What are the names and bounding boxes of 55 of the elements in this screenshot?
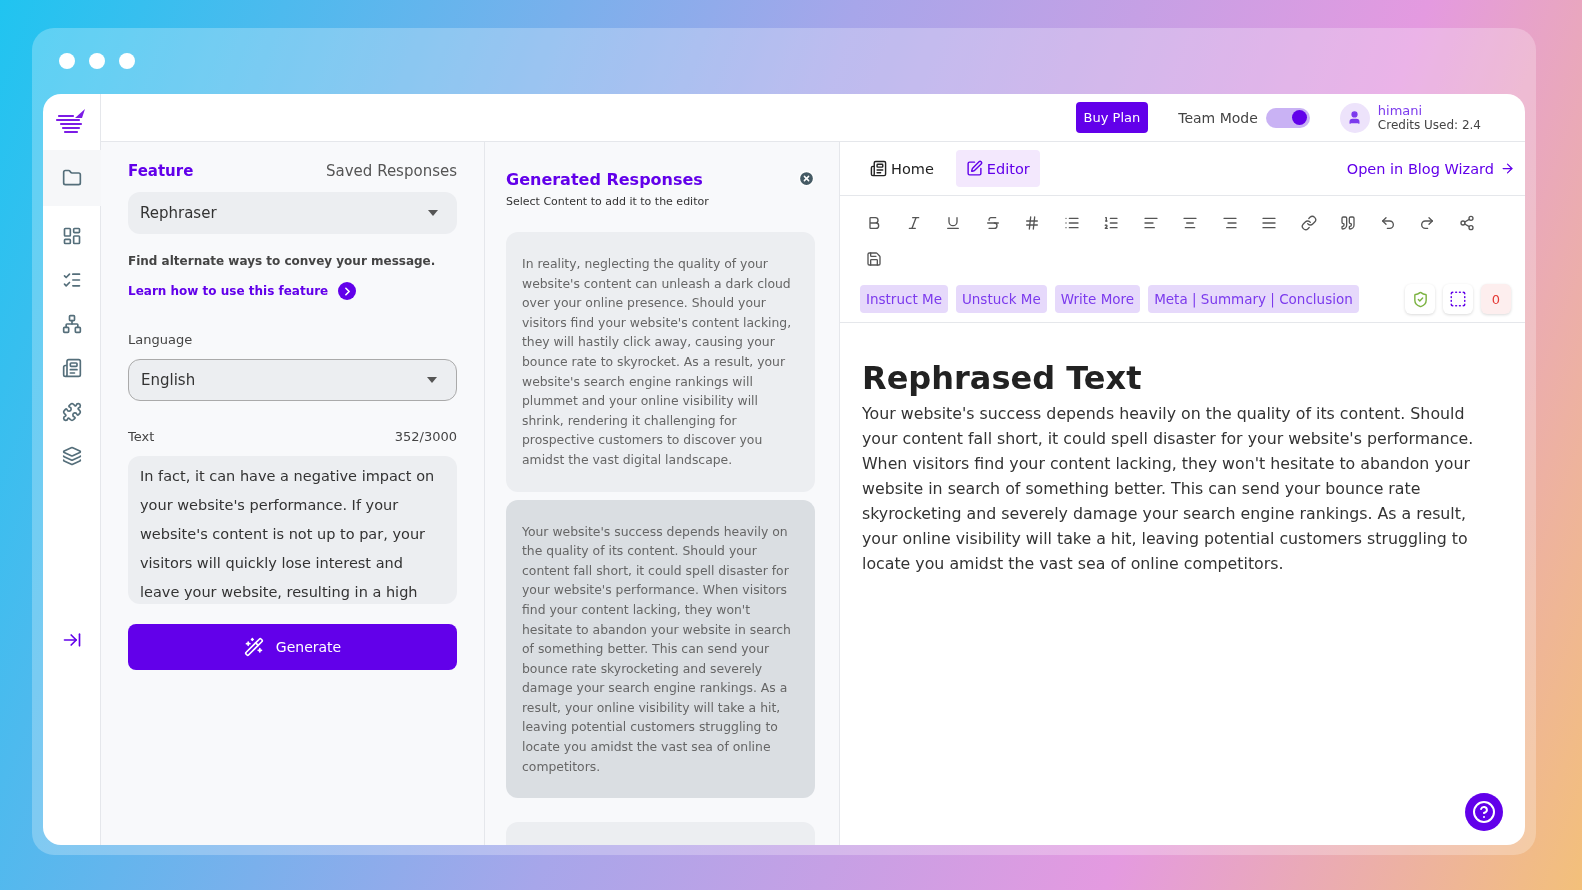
caret-icon — [427, 209, 439, 217]
shield-check-icon[interactable] — [1405, 284, 1435, 314]
newspaper-icon — [870, 160, 887, 177]
responses-title: Generated Responses — [506, 170, 704, 189]
magic-wand-icon — [243, 637, 264, 657]
document-paragraph: Your website's success depends heavily on the quality of its content. Should your content fall short, it could spell disaster for your website's performance. When visitors find your content lacking, they won't hesitate to abandon your website in search of something better. This can send your bounce rate skyrocketing and severely damage your search engine rankings. As a result, your online visibility will take a hit, leaving potential customers struggling to locate you amidst the vast sea of online competitors. — [862, 403, 1475, 575]
feature-select[interactable]: Rephraser — [128, 192, 457, 234]
response-card[interactable]: Your website's success depends heavily on the quality of its content. Should your content fall short, it could spell disaster for your website's performance. When visitors find your content lacking, they won't hesitate to abandon your website in search of something better. This can send your bounce rate skyrocketing and severely damage your search engine rankings. As a result, your online visibility will take a hit, leaving potential customers struggling to locate you amidst the vast sea of online competitors. — [506, 499, 815, 799]
window-control-dot[interactable] — [119, 53, 135, 69]
responses-subtitle: Select Content to add it to the editor — [506, 195, 709, 208]
generate-button[interactable]: Generate — [128, 624, 457, 670]
prompt-chip[interactable]: Meta | Summary | Conclusion — [1148, 285, 1359, 313]
window-control-dot[interactable] — [89, 53, 105, 69]
caret-icon — [426, 376, 438, 384]
text-frame-icon[interactable] — [1443, 284, 1473, 314]
user-avatar[interactable] — [1339, 102, 1370, 133]
open-blog-wizard-link[interactable]: Open in Blog Wizard — [1346, 160, 1515, 177]
help-button[interactable] — [1465, 793, 1503, 831]
window-control-dot[interactable] — [59, 53, 75, 69]
collapse-icon[interactable] — [61, 630, 82, 650]
panel-tab[interactable]: Feature — [128, 162, 194, 180]
credits-used: Credits Used: 2.4 — [1377, 117, 1481, 133]
sidebar-item[interactable] — [43, 150, 101, 206]
team-mode-label: Team Mode — [1178, 109, 1258, 126]
arrow-right-icon[interactable] — [1500, 161, 1515, 176]
editor-tab[interactable]: Home — [860, 150, 944, 187]
prompt-chip[interactable]: Write More — [1054, 285, 1141, 313]
text-input-field[interactable]: In fact, it can have a negative impact on your website's performance. If your website's content is not up to par, your visitors will quickly lose interest and leave your website, resulting in a high — [128, 456, 457, 604]
text-label: Text — [128, 429, 155, 444]
checklist-icon — [61, 270, 82, 290]
response-card[interactable]: In reality, neglecting the quality of your website's content can unleash a dark cloud over your online presence. Should your visitors find your website's content lacking, they will hastily click away, causing your bounce rate to skyrocket. As a result, your website's search engine rankings will plummet and your online visibility will shrink, rendering it challenging for prospective customers to discover you amidst the vast digital landscape. — [506, 232, 815, 492]
editor-tab[interactable]: Editor — [955, 150, 1040, 187]
document-heading: Rephrased Text — [862, 359, 1143, 397]
sitemap-icon — [61, 314, 82, 334]
panel-tab[interactable]: Saved Responses — [326, 162, 457, 180]
issue-counter[interactable]: 0 — [1481, 284, 1511, 314]
prompt-chip[interactable]: Unstuck Me — [955, 285, 1047, 313]
character-count: 352/3000 — [394, 429, 457, 444]
learn-link[interactable]: Learn how to use this feature — [128, 284, 329, 298]
user-name: himani — [1377, 102, 1424, 118]
article-icon — [61, 358, 82, 378]
play-icon[interactable] — [338, 282, 357, 300]
help-icon[interactable] — [1472, 800, 1496, 824]
layers-icon — [61, 446, 82, 466]
language-select[interactable]: English — [128, 359, 457, 401]
feature-description: Find alternate ways to convey your message. — [128, 254, 437, 268]
folder-icon — [61, 168, 82, 188]
prompt-chip[interactable]: Instruct Me — [860, 285, 948, 313]
team-mode-toggle[interactable] — [1265, 107, 1310, 128]
edit-icon — [965, 160, 983, 177]
puzzle-icon — [61, 402, 82, 422]
buy-plan-button[interactable]: Buy Plan — [1075, 102, 1149, 133]
close-icon[interactable] — [798, 170, 815, 187]
dashboard-icon — [61, 226, 82, 246]
language-label: Language — [128, 332, 194, 347]
